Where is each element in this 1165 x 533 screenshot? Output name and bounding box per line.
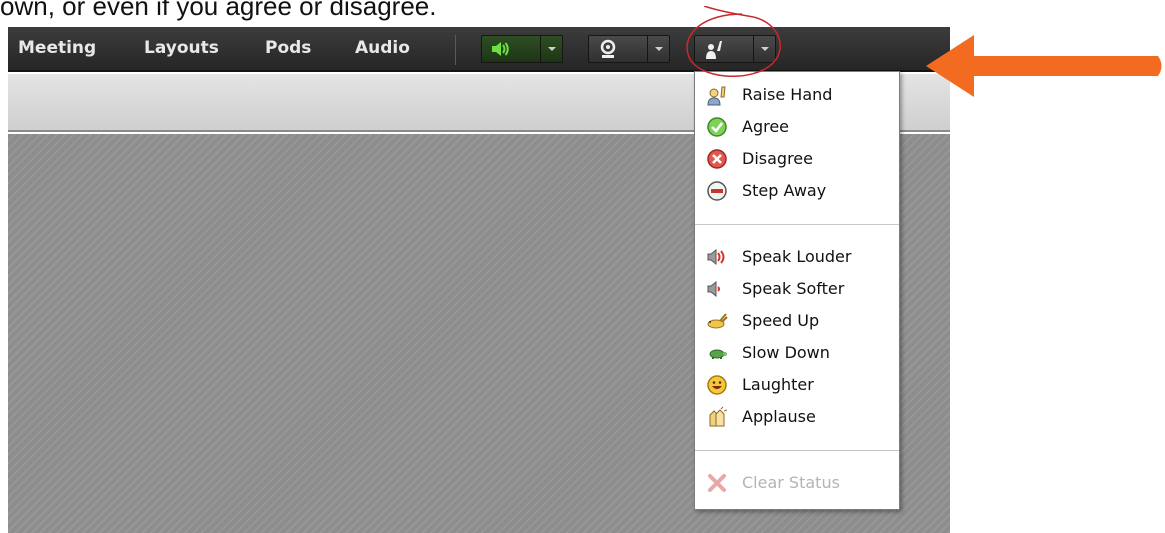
camera-button[interactable] <box>588 35 670 63</box>
menu-item-applause[interactable]: Applause <box>695 402 899 432</box>
menu-audio[interactable]: Audio <box>355 27 410 70</box>
menu-item-label: Laughter <box>742 375 814 394</box>
menu-bar: Meeting Layouts Pods Audio <box>8 27 950 72</box>
menu-item-disagree[interactable]: Disagree <box>695 144 899 174</box>
caption-text: own, or even if you agree or disagree. <box>0 0 437 21</box>
menu-item-label: Clear Status <box>742 473 840 492</box>
minus-circle-icon <box>707 181 727 201</box>
menu-item-agree[interactable]: Agree <box>695 112 899 142</box>
menu-item-slow-down[interactable]: Slow Down <box>695 338 899 368</box>
status-menu: Raise Hand Agree Disagree Step Away Spea… <box>694 71 900 510</box>
menu-pods[interactable]: Pods <box>265 27 311 70</box>
menu-item-label: Speak Louder <box>742 247 852 266</box>
raise-hand-icon <box>707 86 726 106</box>
menu-item-step-away[interactable]: Step Away <box>695 176 899 206</box>
annotation-arrow <box>926 35 1162 97</box>
rabbit-icon <box>707 313 728 329</box>
menu-item-label: Slow Down <box>742 343 830 362</box>
menu-item-label: Speak Softer <box>742 279 845 298</box>
menu-item-label: Step Away <box>742 181 827 200</box>
menu-item-label: Disagree <box>742 149 813 168</box>
speaker-loud-icon <box>707 248 725 266</box>
menu-layouts[interactable]: Layouts <box>144 27 219 70</box>
annotation-circle <box>686 6 781 78</box>
camera-dropdown-arrow[interactable] <box>647 36 669 62</box>
menu-divider <box>695 224 899 225</box>
menu-item-speed-up[interactable]: Speed Up <box>695 306 899 336</box>
speaker-button[interactable] <box>481 35 563 63</box>
menu-item-laughter[interactable]: Laughter <box>695 370 899 400</box>
smiley-icon <box>707 375 727 395</box>
check-circle-icon <box>707 117 727 137</box>
menu-meeting[interactable]: Meeting <box>18 27 96 70</box>
turtle-icon <box>709 349 727 359</box>
menu-item-label: Applause <box>742 407 816 426</box>
menu-separator <box>455 35 456 65</box>
speaker-on-icon <box>492 42 509 56</box>
menu-item-speak-louder[interactable]: Speak Louder <box>695 242 899 272</box>
menu-item-speak-softer[interactable]: Speak Softer <box>695 274 899 304</box>
clapping-hands-icon <box>709 406 728 427</box>
menu-divider <box>695 450 899 451</box>
webcam-icon <box>600 39 616 58</box>
clear-x-icon <box>708 474 726 492</box>
menu-item-clear-status: Clear Status <box>695 468 899 498</box>
menu-item-label: Speed Up <box>742 311 820 330</box>
menu-item-label: Agree <box>742 117 790 136</box>
x-circle-icon <box>707 149 727 169</box>
speaker-soft-icon <box>707 280 720 298</box>
speaker-dropdown-arrow[interactable] <box>540 36 562 62</box>
